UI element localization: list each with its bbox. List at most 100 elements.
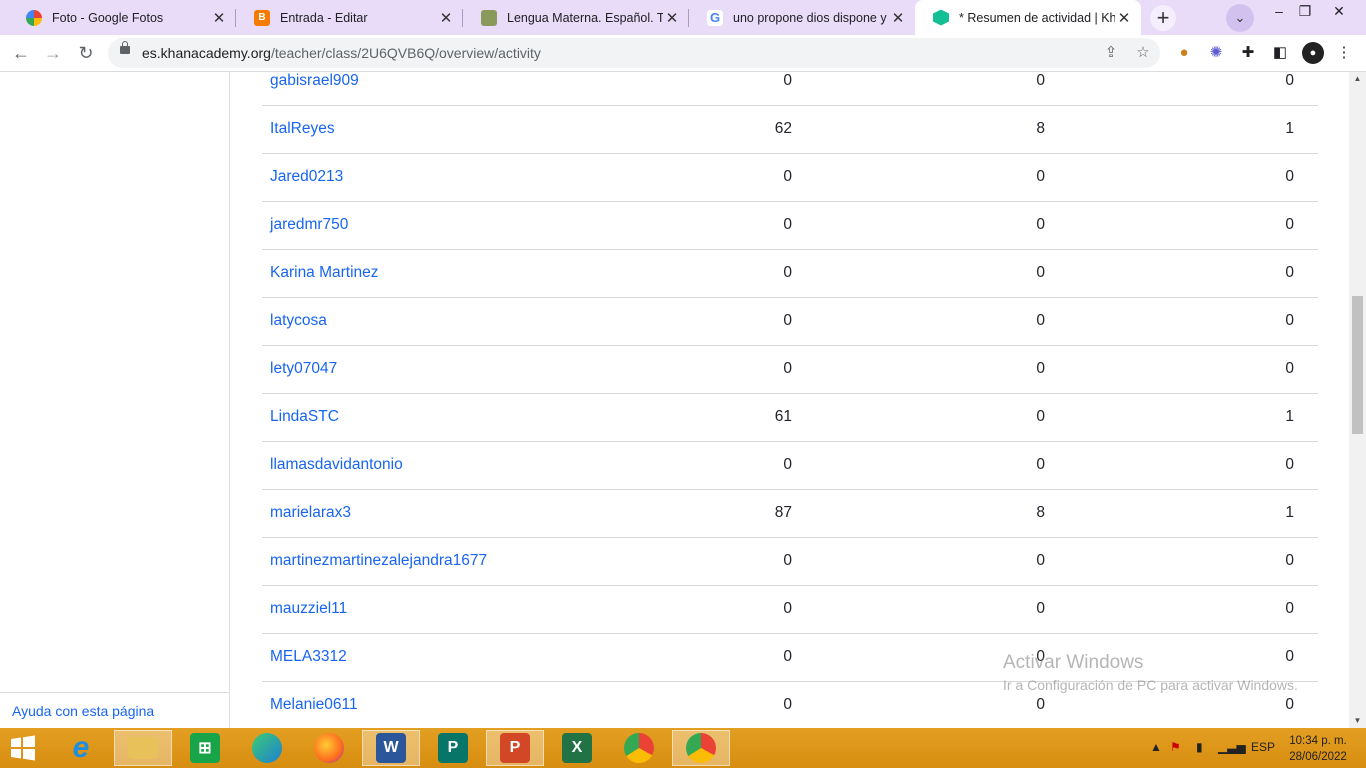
edge-icon — [252, 733, 282, 763]
stat-cell-c2: 0 — [1036, 264, 1045, 281]
stat-cell-c1: 0 — [783, 648, 792, 665]
reload-icon: ↻ — [78, 43, 94, 63]
close-icon[interactable]: ✕ — [663, 9, 681, 27]
table-row: martinezmartinezalejandra1677 0 0 0 — [262, 538, 1318, 586]
student-name-link[interactable]: Karina Martinez — [270, 264, 379, 282]
language-indicator[interactable]: ESP — [1251, 740, 1275, 754]
stat-cell-c2: 0 — [1036, 72, 1045, 89]
new-tab-button[interactable]: + — [1150, 5, 1176, 31]
stat-cell-c1: 0 — [783, 456, 792, 473]
edge-app[interactable] — [238, 730, 296, 766]
restore-button[interactable]: ❐ — [1290, 0, 1320, 28]
student-name-link[interactable]: llamasdavidantonio — [270, 456, 403, 474]
reload-button[interactable]: ↻ — [73, 40, 99, 66]
student-name-link[interactable]: lety07047 — [270, 360, 337, 378]
powerpoint-icon: P — [500, 733, 530, 763]
blogger-icon: B — [254, 9, 270, 26]
show-hidden-icons-chevron[interactable]: ▲ — [1150, 740, 1162, 754]
close-icon[interactable]: ✕ — [1115, 9, 1133, 27]
network-signal-icon[interactable]: ▁▃▅ — [1218, 740, 1246, 754]
student-name-link[interactable]: latycosa — [270, 312, 327, 330]
student-name-link[interactable]: ItalReyes — [270, 120, 335, 138]
microsoft-store-app[interactable]: ⊞ — [176, 730, 234, 766]
tab-khan-academy[interactable]: * Resumen de actividad | Khan ✕ — [915, 0, 1141, 35]
table-row: llamasdavidantonio 0 0 0 — [262, 442, 1318, 490]
student-name-link[interactable]: MELA3312 — [270, 648, 347, 666]
tab-lengua-materna[interactable]: Lengua Materna. Español. Terc ✕ — [463, 0, 689, 35]
stat-cell-c2: 0 — [1036, 408, 1045, 425]
arrow-left-icon: ← — [12, 43, 30, 63]
tab-google-photos[interactable]: Foto - Google Fotos ✕ — [8, 0, 236, 35]
student-name-link[interactable]: martinezmartinezalejandra1677 — [270, 552, 487, 570]
close-icon[interactable]: ✕ — [437, 9, 455, 27]
internet-explorer-app[interactable]: e — [52, 730, 110, 766]
taskbar: e ⊞ W P P X ▲ ⚑ ▮ ▁▃▅ ESP 10:34 p. m. 28… — [0, 728, 1366, 768]
activation-watermark-subtitle: Ir a Configuración de PC para activar Wi… — [1003, 677, 1298, 693]
stat-cell-c3: 0 — [1285, 264, 1294, 281]
firefox-app[interactable] — [300, 730, 358, 766]
chrome-icon — [624, 733, 654, 763]
chrome-app[interactable] — [610, 730, 668, 766]
arrow-right-icon: → — [44, 43, 62, 63]
table-row: lety07047 0 0 0 — [262, 346, 1318, 394]
help-link[interactable]: Ayuda con esta página — [12, 703, 154, 719]
powerpoint-app[interactable]: P — [486, 730, 544, 766]
stat-cell-c2: 0 — [1036, 696, 1045, 713]
tab-label: uno propone dios dispone y el — [733, 10, 889, 25]
scroll-up-arrow[interactable]: ▲ — [1349, 72, 1366, 86]
stat-cell-c1: 0 — [783, 312, 792, 329]
publisher-app[interactable]: P — [424, 730, 482, 766]
start-button[interactable] — [8, 734, 38, 762]
stat-cell-c3: 0 — [1285, 456, 1294, 473]
stat-cell-c3: 1 — [1285, 120, 1294, 137]
student-name-link[interactable]: marielarax3 — [270, 504, 351, 522]
stat-cell-c1: 0 — [783, 72, 792, 89]
stat-cell-c3: 0 — [1285, 600, 1294, 617]
tab-label: Lengua Materna. Español. Terc — [507, 10, 663, 25]
tab-label: Entrada - Editar — [280, 10, 368, 25]
chrome-profile-app[interactable] — [672, 730, 730, 766]
scrollbar-thumb[interactable] — [1352, 296, 1363, 434]
system-clock[interactable]: 10:34 p. m. 28/06/2022 — [1284, 733, 1352, 765]
close-window-button[interactable]: ✕ — [1324, 0, 1354, 28]
table-row: ItalReyes 62 8 1 — [262, 106, 1318, 154]
stat-cell-c1: 0 — [783, 696, 792, 713]
stat-cell-c3: 0 — [1285, 312, 1294, 329]
lock-icon — [120, 41, 130, 54]
student-name-link[interactable]: Jared0213 — [270, 168, 343, 186]
scroll-down-arrow[interactable]: ▼ — [1349, 714, 1366, 728]
close-icon[interactable]: ✕ — [889, 9, 907, 27]
tab-blogger[interactable]: B Entrada - Editar ✕ — [236, 0, 463, 35]
student-name-link[interactable]: LindaSTC — [270, 408, 339, 426]
student-name-link[interactable]: Melanie0611 — [270, 696, 358, 714]
file-explorer-app[interactable] — [114, 730, 172, 766]
stat-cell-c2: 8 — [1036, 504, 1045, 521]
activity-table: gabisrael909 0 0 0 ItalReyes 62 8 1 Jared0213 0 0 0… — [262, 58, 1318, 730]
stat-cell-c3: 0 — [1285, 648, 1294, 665]
khan-academy-icon — [933, 9, 949, 26]
forward-button[interactable]: → — [40, 40, 66, 66]
student-name-link[interactable]: mauzziel11 — [270, 600, 347, 618]
stat-cell-c1: 0 — [783, 360, 792, 377]
excel-app[interactable]: X — [548, 730, 606, 766]
clock-date: 28/06/2022 — [1289, 751, 1347, 763]
close-icon[interactable]: ✕ — [210, 9, 228, 27]
tab-search-button[interactable]: ⌄ — [1226, 4, 1254, 32]
tab-google-search[interactable]: G uno propone dios dispone y el ✕ — [689, 0, 915, 35]
battery-icon[interactable]: ▮ — [1196, 740, 1203, 754]
stat-cell-c1: 0 — [783, 600, 792, 617]
store-icon: ⊞ — [190, 733, 220, 763]
stat-cell-c3: 0 — [1285, 552, 1294, 569]
student-name-link[interactable]: gabisrael909 — [270, 72, 359, 90]
action-center-flag-icon[interactable]: ⚑ — [1170, 740, 1181, 754]
student-name-link[interactable]: jaredmr750 — [270, 216, 348, 234]
menu-kebab-icon[interactable]: ⋮ — [1334, 43, 1354, 63]
scrollbar[interactable]: ▲ ▼ — [1349, 72, 1366, 728]
stat-cell-c3: 0 — [1285, 168, 1294, 185]
word-app[interactable]: W — [362, 730, 420, 766]
back-button[interactable]: ← — [8, 40, 34, 66]
stat-cell-c3: 1 — [1285, 504, 1294, 521]
stat-cell-c2: 0 — [1036, 360, 1045, 377]
table-row: LindaSTC 61 0 1 — [262, 394, 1318, 442]
word-icon: W — [376, 733, 406, 763]
